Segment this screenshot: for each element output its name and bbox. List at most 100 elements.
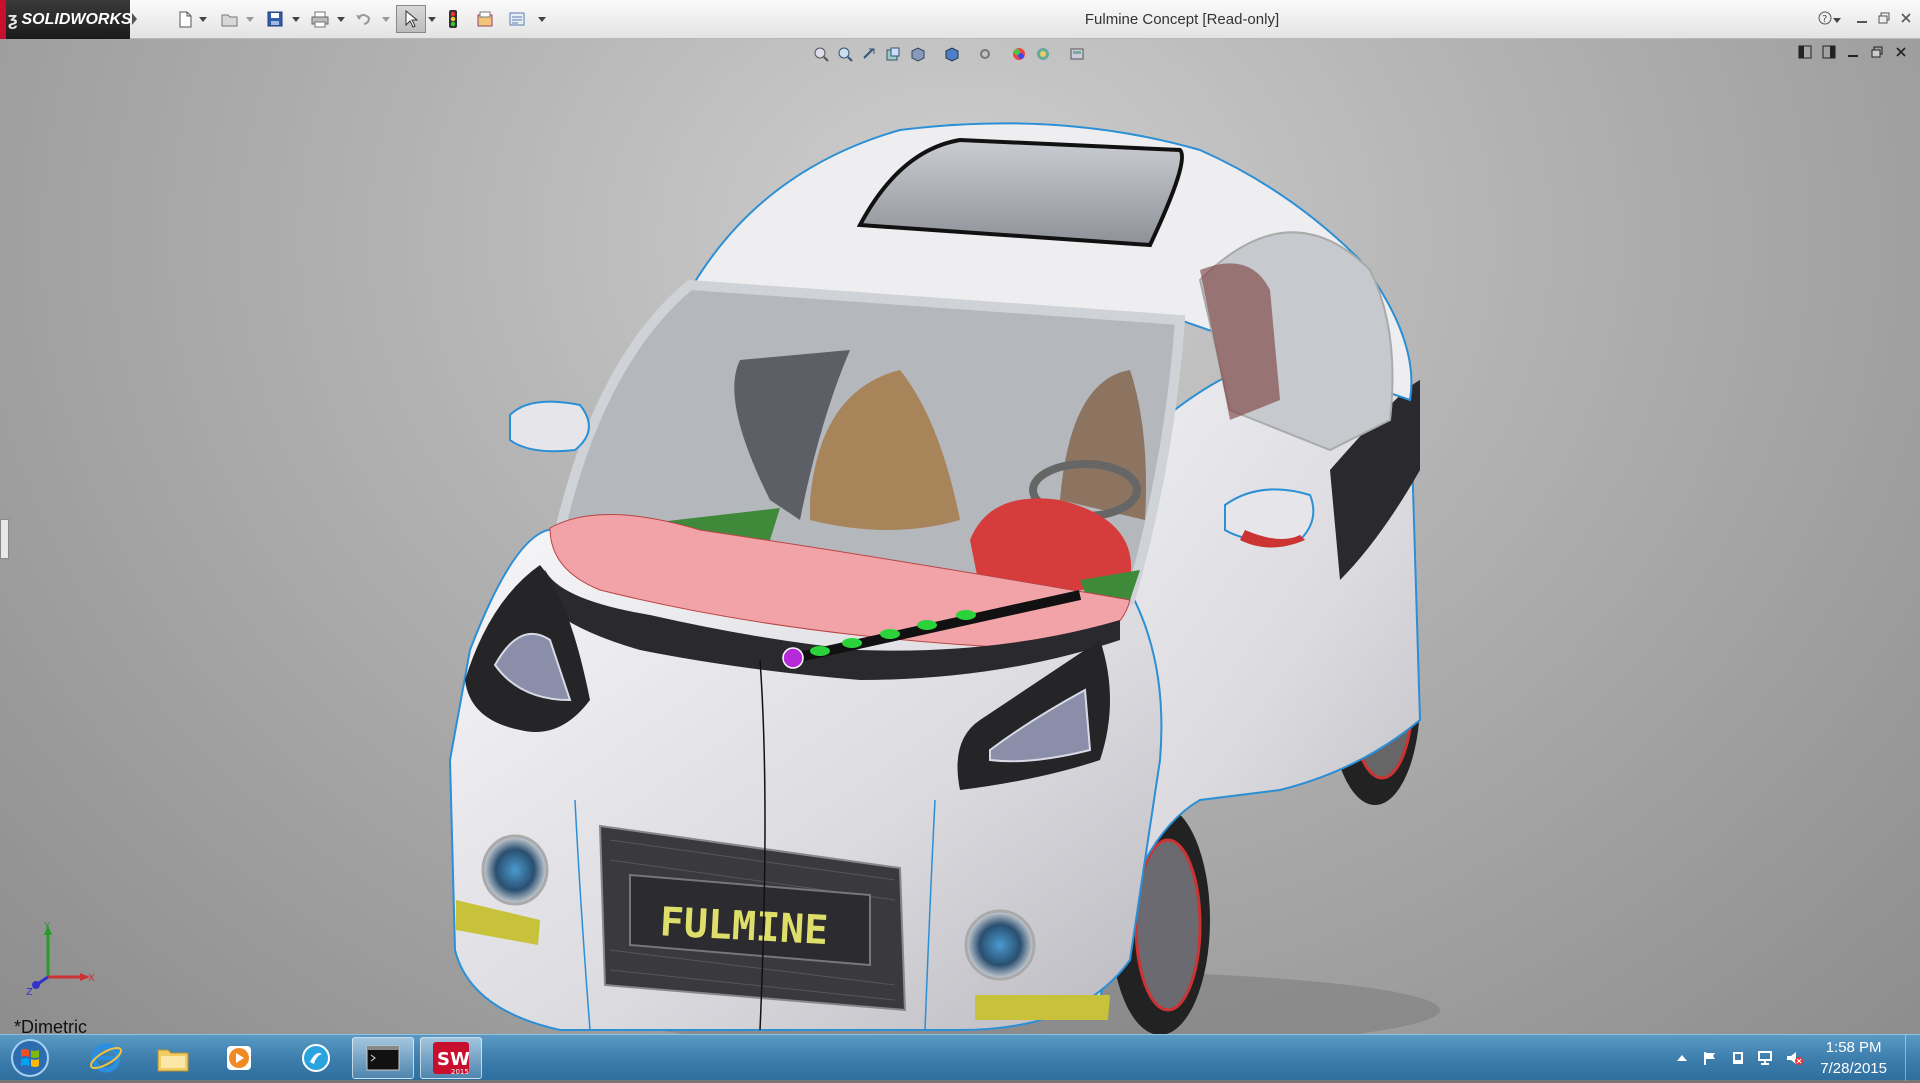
solidworks-brand: SOLIDWORKS xyxy=(21,10,132,28)
view-settings-icon[interactable] xyxy=(1068,45,1086,63)
left-fog-lamp xyxy=(481,834,549,906)
car-badge-text: FULMINE xyxy=(659,899,830,954)
zoom-to-fit-icon[interactable] xyxy=(812,45,830,63)
heads-up-view-toolbar xyxy=(812,43,1086,65)
triad-y-label: Y xyxy=(43,921,51,932)
undo-dropdown[interactable] xyxy=(382,8,390,30)
close-button[interactable] xyxy=(1896,10,1916,30)
taskbar-media-player[interactable] xyxy=(208,1037,270,1079)
action-center-flag-icon[interactable] xyxy=(1701,1049,1719,1067)
open-file-button[interactable] xyxy=(220,8,240,30)
viewport-close-icon[interactable] xyxy=(1894,45,1908,59)
undo-icon xyxy=(356,14,371,25)
taskbar-solidworks[interactable]: SW 2015 xyxy=(420,1037,482,1079)
reference-triad: Y X Z xyxy=(26,921,95,998)
solidworks-app-icon: SW 2015 xyxy=(433,1042,470,1076)
taskbar-solidworks-composer[interactable] xyxy=(285,1037,347,1079)
right-mirror xyxy=(1224,488,1315,543)
restore-icon xyxy=(1878,12,1890,24)
display-style-icon[interactable] xyxy=(942,45,960,63)
help-button[interactable]: ? xyxy=(1815,10,1835,30)
save-icon xyxy=(267,11,283,27)
taskbar-file-explorer[interactable] xyxy=(142,1037,204,1079)
windows-taskbar: SW 2015 1:58 PM 7/28/2015 xyxy=(0,1034,1920,1081)
viewport-restore-icon[interactable] xyxy=(1870,45,1884,59)
solidworks-logo[interactable]: ƺ SOLIDWORKS xyxy=(0,0,132,39)
svg-text:SW: SW xyxy=(437,1049,470,1070)
select-cursor-icon xyxy=(405,10,418,28)
volume-muted-icon[interactable] xyxy=(1785,1049,1804,1067)
hide-show-items-icon[interactable] xyxy=(976,45,994,63)
rebuild-button[interactable] xyxy=(447,8,459,30)
save-button[interactable] xyxy=(266,8,284,30)
save-dropdown[interactable] xyxy=(292,8,300,30)
menu-flyout-icon[interactable] xyxy=(132,13,137,25)
new-file-button[interactable] xyxy=(176,8,194,30)
right-fog-lamp xyxy=(964,909,1036,981)
device-manager-icon[interactable] xyxy=(1729,1049,1747,1067)
ds-logo-icon: ƺ xyxy=(8,9,18,29)
edit-appearance-icon[interactable] xyxy=(1010,45,1028,63)
start-button[interactable] xyxy=(8,1038,58,1078)
minimize-icon xyxy=(1857,21,1867,23)
system-tray: 1:58 PM 7/28/2015 xyxy=(1668,1035,1920,1081)
title-bar: ƺ SOLIDWORKS Fulmine Concept [Read-only]… xyxy=(0,0,1920,39)
feature-manager-expand-handle[interactable] xyxy=(0,519,9,559)
options-icon xyxy=(509,12,525,26)
taskbar-internet-explorer[interactable] xyxy=(75,1037,137,1079)
print-icon xyxy=(311,11,329,28)
viewport-minimize-icon[interactable] xyxy=(1846,45,1860,59)
previous-view-icon[interactable] xyxy=(860,45,878,63)
viewport-window-controls xyxy=(1798,45,1908,59)
network-icon[interactable] xyxy=(1757,1049,1775,1067)
restore-button[interactable] xyxy=(1874,10,1894,30)
taskbar-command-prompt[interactable] xyxy=(352,1037,414,1079)
zoom-to-area-icon[interactable] xyxy=(836,45,854,63)
wiper-pivot-marker xyxy=(782,647,804,669)
system-clock[interactable]: 1:58 PM 7/28/2015 xyxy=(1820,1037,1887,1079)
file-properties-button[interactable] xyxy=(476,8,494,30)
logo-red-bar xyxy=(0,0,6,39)
apply-scene-icon[interactable] xyxy=(1034,45,1052,63)
clock-date: 7/28/2015 xyxy=(1820,1060,1887,1077)
svg-text:?: ? xyxy=(1822,14,1827,25)
close-icon xyxy=(1901,13,1911,23)
undo-button[interactable] xyxy=(354,8,372,30)
tile-left-icon[interactable] xyxy=(1798,45,1812,59)
windows-start-icon xyxy=(11,1039,49,1077)
rebuild-traffic-light-icon xyxy=(449,10,457,28)
view-orientation-icon[interactable] xyxy=(908,45,926,63)
select-dropdown[interactable] xyxy=(428,8,436,30)
folder-icon xyxy=(157,1049,189,1072)
minimize-button[interactable] xyxy=(1852,10,1872,30)
print-dropdown[interactable] xyxy=(337,8,345,30)
car-model[interactable]: FULMINE xyxy=(0,39,1920,1034)
open-file-dropdown[interactable] xyxy=(246,8,254,30)
internet-explorer-icon xyxy=(89,1043,123,1073)
help-icon: ? xyxy=(1818,11,1832,25)
print-button[interactable] xyxy=(310,8,330,30)
show-hidden-icons-icon[interactable] xyxy=(1673,1049,1691,1067)
select-button[interactable] xyxy=(396,5,426,33)
new-file-icon xyxy=(179,11,192,28)
clock-time: 1:58 PM xyxy=(1825,1039,1882,1056)
tile-right-icon[interactable] xyxy=(1822,45,1836,59)
options-dropdown[interactable] xyxy=(538,8,546,30)
triad-z-label: Z xyxy=(26,987,33,998)
left-mirror xyxy=(509,400,590,453)
show-desktop-button[interactable] xyxy=(1905,1035,1920,1081)
open-file-icon xyxy=(221,14,238,27)
section-view-icon[interactable] xyxy=(884,45,902,63)
command-prompt-icon xyxy=(366,1045,400,1071)
options-button[interactable] xyxy=(508,8,526,30)
file-properties-icon xyxy=(477,11,493,27)
sw-version-badge: 2015 xyxy=(451,1068,469,1076)
graphics-area[interactable]: FULMINE Y X Z *Dimetric xyxy=(0,39,1920,1034)
help-dropdown[interactable] xyxy=(1833,10,1843,30)
media-player-icon xyxy=(227,1046,251,1070)
composer-icon xyxy=(302,1044,330,1072)
new-file-dropdown[interactable] xyxy=(199,8,207,30)
view-orientation-label: *Dimetric xyxy=(14,1017,88,1034)
triad-x-label: X xyxy=(88,973,95,984)
right-reflector xyxy=(975,995,1110,1020)
